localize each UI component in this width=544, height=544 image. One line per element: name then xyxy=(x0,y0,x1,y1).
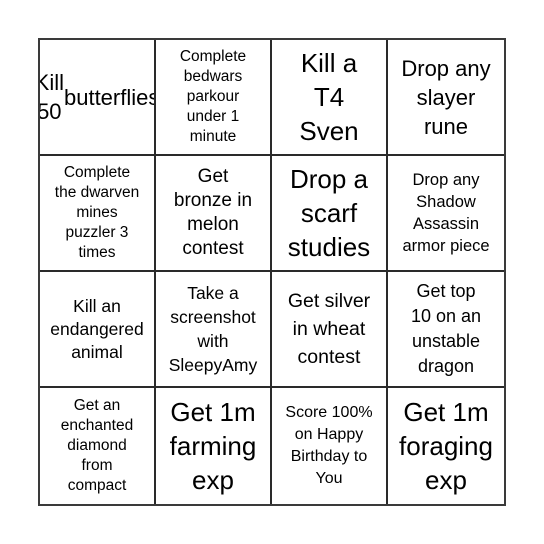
cell-line: contest xyxy=(182,238,244,259)
cell-line: Get top xyxy=(416,281,476,301)
cell-line: Get 1m xyxy=(403,397,489,427)
cell-line: minute xyxy=(189,128,237,145)
cell-line: exp xyxy=(425,465,467,495)
cell-line: T4 xyxy=(313,82,345,112)
bingo-cell[interactable]: Drop a scarf studies xyxy=(272,156,388,272)
cell-line: puzzler 3 xyxy=(65,224,129,241)
cell-line: Kill 50 xyxy=(40,70,64,124)
cell-line: the dwarven xyxy=(54,184,140,201)
cell-line: Drop any xyxy=(401,55,491,81)
cell-line: Assassin xyxy=(412,215,480,233)
cell-line: Shadow xyxy=(416,193,476,211)
cell-line: on Happy xyxy=(294,426,364,443)
cell-line: Drop a xyxy=(289,164,369,194)
cell-line: enchanted xyxy=(60,417,134,434)
bingo-cell[interactable]: Get 1m foraging exp xyxy=(388,388,504,504)
cell-line: exp xyxy=(192,465,234,495)
cell-line: under 1 xyxy=(186,108,240,125)
cell-line: Sven xyxy=(299,116,359,146)
cell-line: unstable xyxy=(411,331,481,351)
cell-line: armor piece xyxy=(402,237,490,255)
cell-line: animal xyxy=(71,341,123,362)
cell-line: foraging xyxy=(399,431,493,461)
cell-line: Get silver xyxy=(287,290,371,312)
bingo-cell[interactable]: Kill a T4 Sven xyxy=(272,40,388,156)
cell-line: in wheat xyxy=(292,318,366,340)
cell-line: Birthday to xyxy=(290,448,368,465)
cell-line: slayer xyxy=(416,84,476,110)
cell-line: with xyxy=(197,331,229,351)
cell-line: Get xyxy=(197,166,229,187)
cell-line: dragon xyxy=(417,356,475,376)
cell-line: Complete xyxy=(63,164,131,181)
cell-line: Get 1m xyxy=(170,397,256,427)
cell-line: Take a xyxy=(187,283,239,303)
cell-line: compact xyxy=(67,477,127,494)
bingo-cell[interactable]: Get silver in wheat contest xyxy=(272,272,388,388)
cell-line: diamond xyxy=(67,437,127,454)
bingo-cell[interactable]: Drop any slayer rune xyxy=(388,40,504,156)
bingo-cell[interactable]: Kill 50butterflies xyxy=(40,40,156,156)
cell-line: Kill a xyxy=(300,48,358,78)
bingo-cell[interactable]: Get 1m farming exp xyxy=(156,388,272,504)
cell-line: Drop any xyxy=(412,171,480,189)
cell-line: butterflies xyxy=(63,84,156,110)
cell-line: scarf xyxy=(300,198,358,228)
cell-line: contest xyxy=(297,346,361,368)
bingo-cell[interactable]: Take a screenshot with SleepyAmy xyxy=(156,272,272,388)
bingo-cell[interactable]: Get bronze in melon contest xyxy=(156,156,272,272)
cell-line: Kill an xyxy=(73,295,121,316)
cell-line: rune xyxy=(423,113,469,139)
cell-line: from xyxy=(81,457,113,474)
cell-line: screenshot xyxy=(170,307,256,327)
cell-line: parkour xyxy=(186,88,240,105)
cell-line: mines xyxy=(76,204,118,221)
cell-line: times xyxy=(78,244,116,261)
cell-line: bedwars xyxy=(183,68,243,85)
cell-line: bronze in xyxy=(173,190,253,211)
cell-line: SleepyAmy xyxy=(168,355,258,375)
cell-line: endangered xyxy=(50,318,144,339)
bingo-cell[interactable]: Complete the dwarven mines puzzler 3 times xyxy=(40,156,156,272)
bingo-board: Kill 50butterflies Complete bedwars parkou… xyxy=(38,38,506,506)
cell-line: Get an xyxy=(73,397,121,414)
cell-line: melon xyxy=(187,214,239,235)
bingo-cell[interactable]: Get an enchanted diamond from compact xyxy=(40,388,156,504)
bingo-cell[interactable]: Kill an endangered animal xyxy=(40,272,156,388)
cell-line: You xyxy=(315,470,343,487)
cell-line: farming xyxy=(169,431,257,461)
cell-line: Score 100% xyxy=(285,404,373,421)
cell-line: studies xyxy=(287,232,371,262)
bingo-cell[interactable]: Get top 10 on an unstable dragon xyxy=(388,272,504,388)
cell-line: Complete xyxy=(179,48,247,65)
bingo-cell[interactable]: Complete bedwars parkour under 1 minute xyxy=(156,40,272,156)
bingo-cell[interactable]: Drop any Shadow Assassin armor piece xyxy=(388,156,504,272)
bingo-cell[interactable]: Score 100% on Happy Birthday to You xyxy=(272,388,388,504)
cell-line: 10 on an xyxy=(410,306,482,326)
